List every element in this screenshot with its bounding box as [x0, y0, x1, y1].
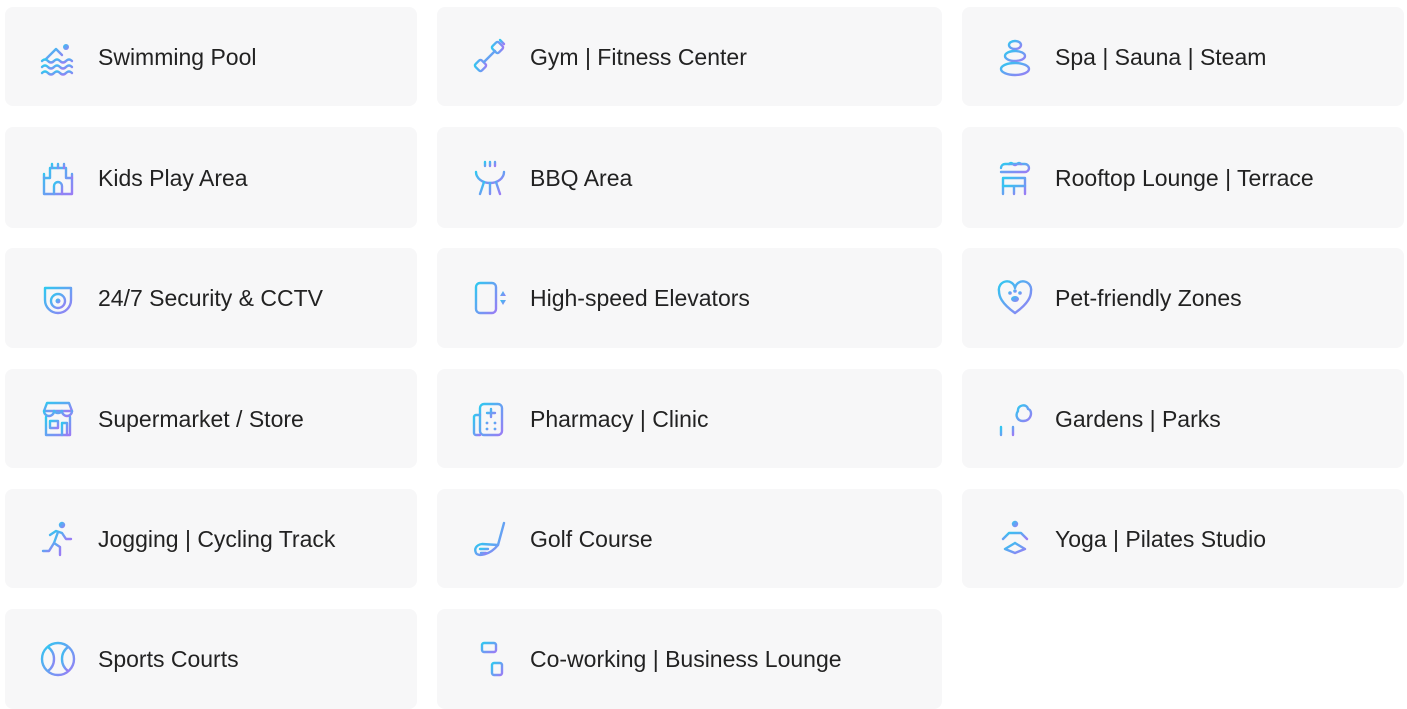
amenity-card-jogging[interactable]: Jogging | Cycling Track: [5, 489, 417, 588]
amenity-label: Pharmacy | Clinic: [530, 405, 709, 432]
amenity-label: Spa | Sauna | Steam: [1055, 43, 1267, 70]
amenity-label: Gardens | Parks: [1055, 405, 1221, 432]
amenity-label: Pet-friendly Zones: [1055, 285, 1242, 311]
amenity-card-golf[interactable]: Golf Course: [437, 489, 942, 588]
amenity-label: 24/7 Security & CCTV: [98, 285, 323, 311]
spa-stones-icon: [993, 35, 1037, 79]
amenity-card-rooftop[interactable]: Rooftop Lounge | Terrace: [962, 127, 1404, 228]
amenity-label: High-speed Elevators: [530, 285, 750, 311]
amenity-card-clinic[interactable]: Pharmacy | Clinic: [437, 369, 942, 468]
elevator-icon: [468, 276, 512, 320]
amenity-card-yoga[interactable]: Yoga | Pilates Studio: [962, 489, 1404, 588]
dumbbell-icon: [468, 35, 512, 79]
amenity-card-gardens[interactable]: Gardens | Parks: [962, 369, 1404, 468]
sports-ball-icon: [36, 637, 80, 681]
amenity-label: Swimming Pool: [98, 43, 257, 70]
amenity-card-kids-play[interactable]: Kids Play Area: [5, 127, 417, 228]
amenity-card-swimming-pool[interactable]: Swimming Pool: [5, 7, 417, 106]
amenity-card-spa[interactable]: Spa | Sauna | Steam: [962, 7, 1404, 106]
amenity-card-gym[interactable]: Gym | Fitness Center: [437, 7, 942, 106]
amenity-label: Supermarket / Store: [98, 405, 304, 432]
amenity-card-store[interactable]: Supermarket / Store: [5, 369, 417, 468]
pet-heart-icon: [993, 276, 1037, 320]
amenity-label: Co-working | Business Lounge: [530, 646, 842, 672]
amenity-card-pet[interactable]: Pet-friendly Zones: [962, 248, 1404, 348]
clinic-icon: [468, 397, 512, 441]
park-bench-tree-icon: [993, 397, 1037, 441]
security-camera-icon: [36, 276, 80, 320]
runner-icon: [36, 517, 80, 561]
yoga-icon: [993, 517, 1037, 561]
amenity-card-elevators[interactable]: High-speed Elevators: [437, 248, 942, 348]
castle-icon: [36, 156, 80, 200]
amenities-grid: Swimming Pool Gym | Fitness Center Spa |…: [0, 0, 1407, 709]
amenity-label: Golf Course: [530, 525, 653, 552]
amenity-label: Yoga | Pilates Studio: [1055, 525, 1266, 552]
amenity-label: Jogging | Cycling Track: [98, 525, 336, 552]
amenity-card-sports-courts[interactable]: Sports Courts: [5, 609, 417, 709]
amenity-label: Sports Courts: [98, 646, 239, 672]
amenity-card-bbq[interactable]: BBQ Area: [437, 127, 942, 228]
coworking-desk-icon: [468, 637, 512, 681]
amenity-label: Rooftop Lounge | Terrace: [1055, 164, 1314, 191]
amenity-card-coworking[interactable]: Co-working | Business Lounge: [437, 609, 942, 709]
amenity-label: Gym | Fitness Center: [530, 43, 747, 70]
store-icon: [36, 397, 80, 441]
bbq-grill-icon: [468, 156, 512, 200]
amenity-label: Kids Play Area: [98, 164, 248, 191]
amenity-card-security[interactable]: 24/7 Security & CCTV: [5, 248, 417, 348]
rooftop-lounge-icon: [993, 156, 1037, 200]
swimming-pool-icon: [36, 35, 80, 79]
golf-club-icon: [468, 517, 512, 561]
amenity-label: BBQ Area: [530, 164, 633, 191]
